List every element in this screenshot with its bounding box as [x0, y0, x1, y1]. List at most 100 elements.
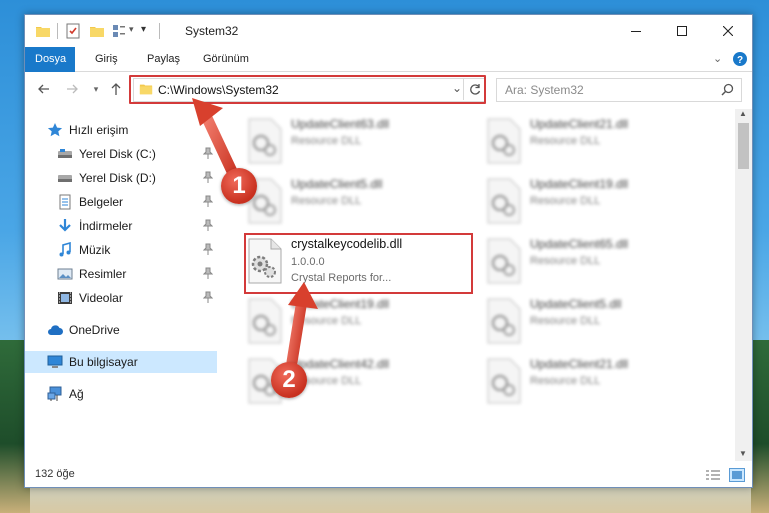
scrollbar-thumb[interactable]: [738, 123, 749, 169]
file-item[interactable]: UpdateClient19.dll Resource DLL: [245, 295, 475, 351]
scroll-down-arrow-icon[interactable]: ▼: [739, 449, 747, 458]
sidebar-item-label: Bu bilgisayar: [69, 355, 138, 369]
file-name: UpdateClient19.dll: [530, 177, 629, 191]
sidebar-item-label: Müzik: [79, 243, 111, 257]
close-icon: [723, 26, 733, 36]
properties-icon[interactable]: [65, 23, 81, 39]
pin-icon: [203, 171, 213, 183]
window-title: System32: [185, 24, 239, 38]
cloud-icon: [48, 325, 63, 335]
network-icon: [47, 386, 62, 401]
pin-icon: [203, 267, 213, 279]
tab-home[interactable]: Giriş: [85, 47, 128, 71]
sidebar-item-videos[interactable]: Videolar: [25, 287, 217, 309]
back-arrow-icon: [38, 84, 49, 94]
file-item[interactable]: UpdateClient5.dll Resource DLL: [484, 295, 714, 351]
up-button[interactable]: [107, 80, 125, 98]
file-item[interactable]: UpdateClient19.dll Resource DLL: [484, 175, 714, 231]
expand-ribbon-chevron-icon[interactable]: ⌄: [713, 52, 722, 65]
sidebar-item-local-disk-c[interactable]: Yerel Disk (C:): [25, 143, 217, 165]
star-icon: [47, 123, 63, 137]
sidebar-item-downloads[interactable]: İndirmeler: [25, 215, 217, 237]
desktop-wallpaper-right: [751, 340, 769, 513]
dll-file-icon: [487, 118, 521, 164]
sidebar-item-this-pc[interactable]: Bu bilgisayar: [25, 351, 217, 373]
toolbar-separator: [57, 23, 58, 39]
maximize-button[interactable]: [659, 15, 705, 47]
file-item[interactable]: UpdateClient65.dll Resource DLL: [484, 235, 714, 291]
item-count: 132 öğe: [35, 468, 75, 480]
search-placeholder: Ara: System32: [505, 83, 584, 97]
drive-icon: [58, 149, 72, 158]
ribbon-tabs: Dosya Giriş Paylaş Görünüm ⌄ ?: [25, 47, 752, 103]
quick-access-dropdown-icon[interactable]: ▾: [141, 24, 157, 40]
file-name: UpdateClient21.dll: [530, 357, 629, 371]
forward-button[interactable]: [63, 80, 81, 98]
file-description: Resource DLL: [530, 255, 601, 267]
annotation-step-1-badge: 1: [221, 168, 257, 204]
sidebar-item-documents[interactable]: Belgeler: [25, 191, 217, 213]
recent-locations-chevron-icon[interactable]: ▾: [87, 80, 105, 98]
view-options-icon[interactable]: [111, 23, 127, 39]
sidebar-item-music[interactable]: Müzik: [25, 239, 217, 261]
file-item[interactable]: UpdateClient21.dll Resource DLL: [484, 355, 714, 411]
sidebar-item-label: Videolar: [79, 291, 123, 305]
tab-view[interactable]: Görünüm: [193, 47, 259, 71]
documents-icon: [59, 194, 71, 210]
file-description: Resource DLL: [530, 375, 601, 387]
up-arrow-icon: [111, 83, 121, 95]
navigation-pane: Hızlı erişim Yerel Disk (C:) Yerel Disk …: [25, 109, 217, 459]
sidebar-item-label: Resimler: [79, 267, 127, 281]
sidebar-item-label: Belgeler: [79, 195, 124, 209]
sidebar-item-onedrive[interactable]: OneDrive: [25, 319, 217, 341]
file-highlight-box: [244, 233, 473, 294]
file-description: Resource DLL: [291, 135, 362, 147]
dll-file-icon: [248, 298, 282, 344]
pin-icon: [203, 243, 213, 255]
dll-file-icon: [487, 358, 521, 404]
file-item[interactable]: UpdateClient21.dll Resource DLL: [484, 115, 714, 171]
pin-icon: [203, 219, 213, 231]
new-folder-icon[interactable]: [89, 23, 105, 39]
annotation-step-2-badge: 2: [271, 362, 307, 398]
vertical-scrollbar[interactable]: ▲ ▼: [735, 109, 752, 461]
details-view-icon[interactable]: [705, 469, 721, 481]
search-box[interactable]: Ara: System32: [496, 78, 742, 102]
sidebar-item-label: Hızlı erişim: [69, 123, 129, 137]
sidebar-item-local-disk-d[interactable]: Yerel Disk (D:): [25, 167, 217, 189]
sidebar-item-label: Yerel Disk (C:): [79, 147, 156, 161]
svg-text:?: ?: [737, 55, 743, 66]
file-name: UpdateClient19.dll: [291, 297, 390, 311]
download-icon: [59, 219, 71, 232]
file-name: UpdateClient21.dll: [530, 117, 629, 131]
sidebar-item-label: Yerel Disk (D:): [79, 171, 156, 185]
large-icons-view-icon[interactable]: [729, 468, 745, 482]
file-item[interactable]: UpdateClient5.dll Resource DLL: [245, 175, 475, 231]
file-name: UpdateClient5.dll: [291, 177, 383, 191]
scroll-up-arrow-icon[interactable]: ▲: [739, 109, 747, 118]
sidebar-item-quick-access[interactable]: Hızlı erişim: [25, 119, 217, 141]
pin-icon: [203, 291, 213, 303]
pictures-icon: [57, 268, 73, 280]
forward-arrow-icon: [67, 84, 78, 94]
minimize-button[interactable]: [613, 15, 659, 47]
maximize-icon: [677, 26, 687, 36]
back-button[interactable]: [35, 80, 53, 98]
file-item[interactable]: UpdateClient63.dll Resource DLL: [245, 115, 475, 171]
sidebar-item-network[interactable]: Ağ: [25, 383, 217, 405]
help-icon[interactable]: ?: [733, 52, 747, 66]
file-description: Resource DLL: [530, 195, 601, 207]
tab-share[interactable]: Paylaş: [137, 47, 190, 71]
sidebar-item-label: Ağ: [69, 387, 84, 401]
minimize-icon: [631, 31, 641, 32]
dll-file-icon: [487, 178, 521, 224]
pin-icon: [203, 147, 213, 159]
pin-icon: [203, 195, 213, 207]
status-bar: 132 öğe: [25, 463, 752, 487]
file-name: UpdateClient5.dll: [530, 297, 622, 311]
dll-file-icon: [248, 118, 282, 164]
close-button[interactable]: [705, 15, 751, 47]
file-name: UpdateClient65.dll: [530, 237, 629, 251]
sidebar-item-pictures[interactable]: Resimler: [25, 263, 217, 285]
search-icon: [721, 83, 734, 96]
